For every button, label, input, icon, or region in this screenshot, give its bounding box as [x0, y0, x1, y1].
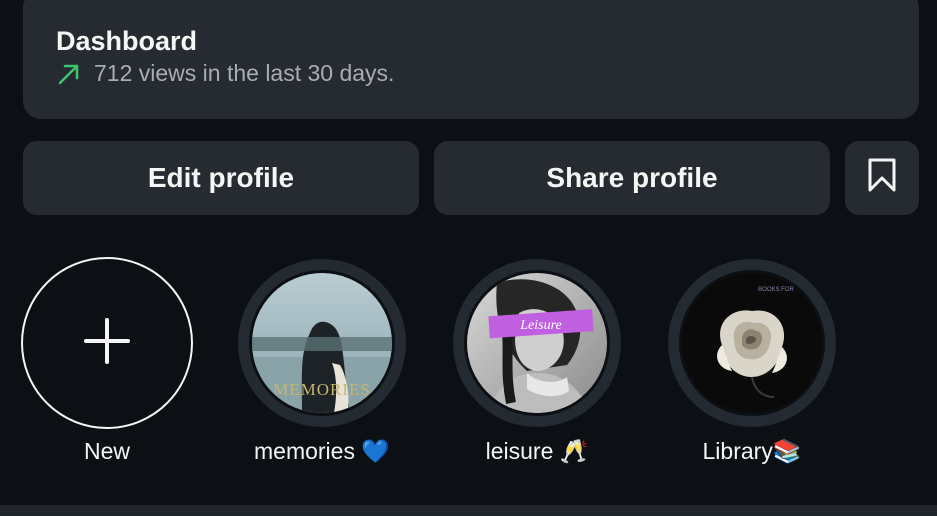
new-highlight-circle[interactable] — [21, 257, 193, 429]
highlight-cover-frame: MEMORIES — [249, 270, 395, 416]
memories-cover-image: MEMORIES — [252, 273, 392, 413]
library-cover-image: BOOKS FOR — [682, 273, 822, 413]
bookmark-icon — [867, 158, 897, 199]
highlight-new[interactable]: New — [19, 257, 195, 477]
highlight-label: New — [83, 438, 130, 464]
edit-profile-button[interactable]: Edit profile — [23, 141, 419, 215]
highlight-cover-frame: Leisure — [464, 270, 610, 416]
profile-page: Dashboard 712 views in the last 30 days.… — [0, 0, 937, 516]
highlight-label: Library📚 — [702, 438, 802, 464]
leisure-cover-text: Leisure — [519, 318, 561, 333]
bottom-divider — [0, 505, 937, 516]
edit-profile-label: Edit profile — [147, 162, 295, 193]
trend-up-arrow-icon — [56, 61, 82, 87]
bookmark-button[interactable] — [845, 141, 919, 215]
highlight-label: leisure 🥂 — [485, 438, 589, 464]
highlight-library[interactable]: BOOKS FOR Library📚 — [664, 257, 840, 477]
dashboard-title: Dashboard — [56, 26, 198, 56]
highlight-ring: BOOKS FOR — [668, 259, 836, 427]
dashboard-card[interactable]: Dashboard 712 views in the last 30 days. — [23, 0, 919, 119]
library-cover-text: BOOKS FOR — [758, 287, 794, 293]
dashboard-stats-row: 712 views in the last 30 days. — [56, 60, 919, 87]
highlight-label: memories 💙 — [254, 438, 390, 464]
share-profile-label: Share profile — [546, 162, 718, 193]
highlight-cover-frame: BOOKS FOR — [679, 270, 825, 416]
leisure-cover-image: Leisure — [467, 273, 607, 413]
highlight-ring: MEMORIES — [238, 259, 406, 427]
highlight-memories[interactable]: MEMORIES memories 💙 — [234, 257, 410, 477]
share-profile-button[interactable]: Share profile — [434, 141, 830, 215]
highlight-ring: Leisure — [453, 259, 621, 427]
memories-cover-text: MEMORIES — [273, 380, 371, 399]
highlight-leisure[interactable]: Leisure leisure 🥂 — [449, 257, 625, 477]
story-highlights: New MEMORIES memories 💙 Leisure leisure … — [0, 257, 937, 477]
dashboard-stats-text: 712 views in the last 30 days. — [94, 60, 395, 86]
plus-icon — [84, 317, 130, 369]
